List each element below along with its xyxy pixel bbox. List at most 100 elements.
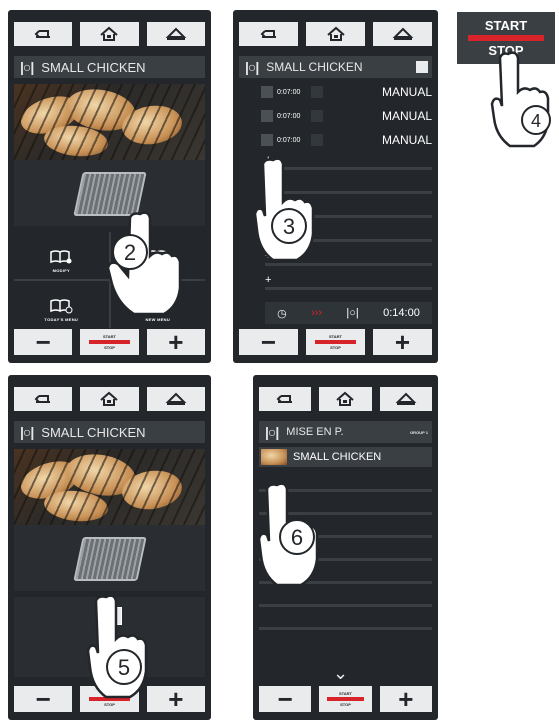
timer-bar: ◷ ››› |○| 0:14:00 [265,302,432,324]
step-mode: MANUAL [381,133,432,147]
back-button[interactable] [14,387,73,411]
panel-program-steps: |○| SMALL CHICKEN 0:07:00 MANUAL 0:07:00… [233,10,438,363]
step-row[interactable]: 0:07:00 MANUAL [261,82,432,102]
step-mode-icon [311,86,323,98]
home-button[interactable] [306,22,365,46]
back-button[interactable] [239,22,298,46]
list-item-label: SMALL CHICKEN [293,451,382,463]
program-title-bar: |○| SMALL CHICKEN [14,56,205,78]
step-number: 6 [291,525,303,550]
program-icon: |○| [346,307,359,319]
step-number: 4 [531,111,541,131]
home-button[interactable] [80,22,139,46]
step-row[interactable]: 0:07:00 MANUAL [261,130,432,150]
house-button[interactable] [146,387,205,411]
group-label: GROUP 1 [410,429,428,435]
home-button[interactable] [319,387,372,411]
program-title-bar: |○| SMALL CHICKEN [14,421,205,443]
step-time: 0:07:00 [277,136,301,144]
top-nav [259,387,432,411]
home-button[interactable] [80,387,139,411]
step-row[interactable]: 0:07:00 MANUAL [261,106,432,126]
house-button[interactable] [373,22,432,46]
start-label: START [328,334,343,339]
back-arrow-icon [276,395,293,403]
plus-button[interactable]: + [373,329,432,355]
back-arrow-icon [260,30,276,38]
step-mode-icon [311,110,323,122]
top-nav [239,22,432,46]
program-title: SMALL CHICKEN [266,60,363,74]
program-title: SMALL CHICKEN [41,424,146,440]
progress-chevrons-icon: ››› [311,307,323,319]
program-title-bar: |○| SMALL CHICKEN [239,56,432,78]
hand-pointer-step-2: 2 [104,210,184,320]
menu-item-label: MODIFY [52,268,70,273]
start-stop-button[interactable]: START STOP [306,329,365,355]
start-stop-divider [327,697,364,701]
book-clock-icon [50,299,73,314]
start-label: START [338,691,353,696]
total-time: 0:14:00 [383,307,420,319]
step-number: 5 [118,655,130,680]
step-handle-icon [261,134,273,146]
hand-pointer-step-4: 4 [488,50,558,150]
plus-button[interactable]: + [146,329,205,355]
hand-pointer-step-5: 5 [84,593,164,703]
menu-item-todays-menu[interactable]: TODAY'S MENU [14,281,109,328]
house-icon [392,27,413,40]
grill-tray-icon [72,537,147,581]
top-nav [14,387,205,411]
food-image [14,84,205,160]
stop-label: STOP [330,345,341,350]
list-item[interactable]: SMALL CHICKEN [259,447,432,467]
menu-item-modify[interactable]: MODIFY [14,232,109,279]
home-icon [336,391,355,406]
start-label: START [484,18,528,33]
bottom-controls: − START STOP + [239,329,432,355]
step-number: 2 [124,240,136,265]
panel-mise-en-place: |○| MISE EN P. GROUP 1 SMALL CHICKEN ⌄ −… [253,375,438,720]
home-icon [326,26,345,41]
add-step-row[interactable]: + [265,274,432,290]
group-title-bar: |○| MISE EN P. GROUP 1 [259,421,432,443]
tray-area [14,525,205,591]
start-stop-divider [314,340,357,344]
step-handle-icon [261,110,273,122]
minus-button[interactable]: − [14,329,73,355]
panel-program-save: |○| SMALL CHICKEN − START STOP + 5 [8,375,211,720]
start-stop-divider [467,35,545,41]
start-label: START [102,334,117,339]
house-icon [165,27,187,40]
menu-item-label: TODAY'S MENU [44,317,79,322]
step-time: 0:07:00 [277,88,301,96]
house-button[interactable] [146,22,205,46]
food-image [14,449,205,525]
start-stop-button[interactable]: START STOP [80,329,139,355]
step-mode: MANUAL [381,85,432,99]
house-button[interactable] [379,387,432,411]
edit-icon[interactable] [416,61,428,73]
clock-icon: ◷ [277,307,287,320]
back-button[interactable] [14,22,73,46]
step-handle-icon [261,86,273,98]
book-eye-icon [50,250,72,264]
program-icon: |○| [20,59,34,75]
group-title: MISE EN P. [286,426,344,438]
program-title: SMALL CHICKEN [41,59,146,75]
plus-button[interactable]: + [379,686,432,712]
minus-button[interactable]: − [14,686,73,712]
hand-pointer-step-6: 6 [255,481,335,591]
stop-label: STOP [340,702,351,707]
minus-button[interactable]: − [259,686,312,712]
panel-program-detail: |○| SMALL CHICKEN MODIFY DUPLICATE TODAY… [8,10,211,363]
start-stop-button[interactable]: START STOP [319,686,372,712]
scroll-down-icon[interactable]: ⌄ [333,663,348,684]
program-icon: |○| [265,424,279,440]
step-time: 0:07:00 [277,112,301,120]
back-arrow-icon [34,395,51,403]
back-button[interactable] [259,387,312,411]
minus-button[interactable]: − [239,329,298,355]
house-icon [395,392,417,405]
home-icon [100,26,119,41]
